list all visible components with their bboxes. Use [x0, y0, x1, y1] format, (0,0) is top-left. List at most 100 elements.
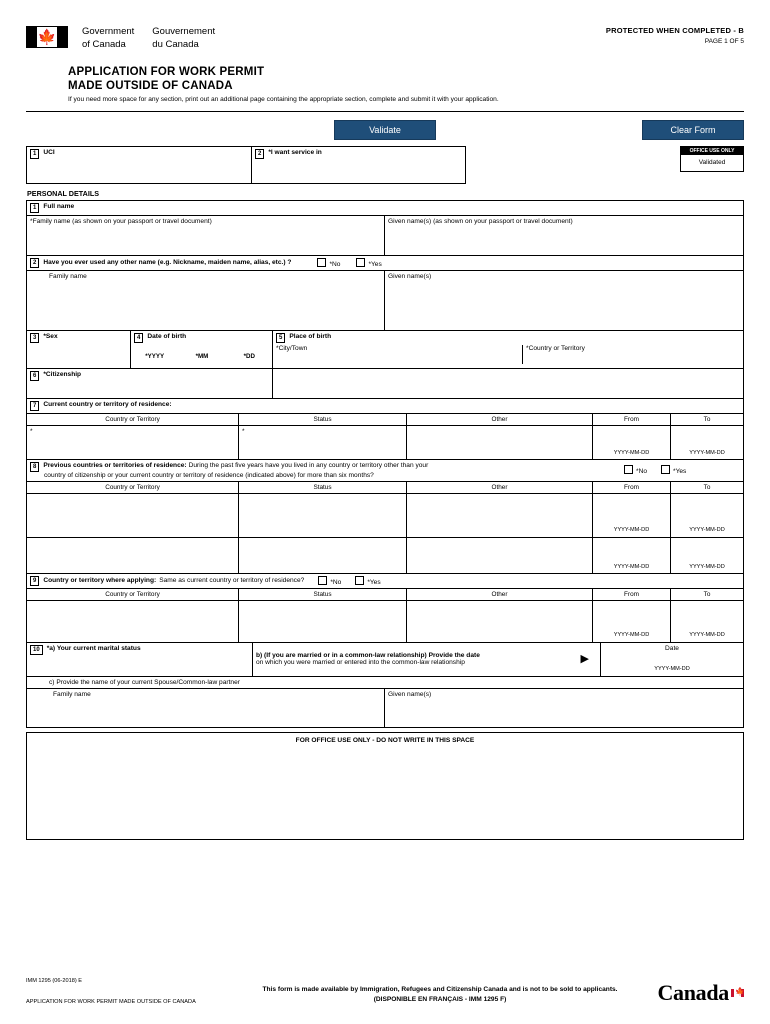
q8-column-headers: Country or Territory Status Other From T… [27, 481, 743, 494]
footer-form-code: IMM 1295 (06-2018) E [26, 978, 82, 985]
q8-col-status: Status [239, 481, 407, 493]
q2-family-input[interactable] [27, 282, 384, 326]
page-header: 🍁 Government of Canada Gouvernement du C… [0, 0, 770, 52]
q9-no-checkbox[interactable] [318, 575, 328, 585]
q10c-given-input[interactable] [385, 700, 743, 722]
q4-yyyy-label: *YYYY [145, 352, 165, 360]
q2-yes-checkbox[interactable] [356, 257, 366, 267]
q9-col-from: From [593, 588, 671, 600]
q10c-family-input[interactable] [27, 700, 384, 722]
q8-col-to: To [703, 483, 711, 491]
q2-family-label: Family name [49, 272, 87, 280]
q8-status-input-1[interactable] [239, 493, 407, 537]
clear-form-button[interactable]: Clear Form [642, 119, 744, 140]
q9-status-input[interactable] [239, 600, 407, 642]
q9-to-input[interactable] [671, 601, 743, 632]
q7-col-from: From [593, 413, 671, 425]
q8-country-input-2[interactable] [27, 537, 239, 573]
q9-col-other: Other [407, 588, 593, 600]
q8-data-row-2: YYYY-MM-DD YYYY-MM-DD [27, 537, 743, 574]
q1-header: 1 Full name [27, 201, 743, 216]
q10-row-ab: 10 *a) Your current marital status b) (If… [27, 642, 743, 677]
q7-col-to: To [703, 415, 711, 423]
q8-number: 8 [30, 461, 40, 472]
q8-from-input-1[interactable] [593, 494, 670, 527]
q7-data-row: * * YYYY-MM-DD YYYY-MM-DD [27, 425, 743, 460]
q7-col-status: Status [239, 413, 407, 425]
q4-number: 4 [134, 332, 144, 343]
footer-notice-1: This form is made available by Immigrati… [262, 985, 618, 993]
q2-number: 2 [30, 257, 40, 268]
q8-country-input-1[interactable] [27, 493, 239, 537]
q7-country-input[interactable] [27, 437, 238, 457]
q9-other-input[interactable] [407, 600, 593, 642]
q9-header: 9 Country or territory where applying: S… [27, 574, 743, 589]
title-note: If you need more space for any section, … [68, 95, 499, 103]
q8-to-input-2[interactable] [671, 538, 743, 564]
q10-date-label: Date [665, 644, 679, 652]
q1-row: *Family name (as shown on your passport … [27, 215, 743, 256]
q7-status-star: * [242, 427, 245, 435]
q2-given-input[interactable] [385, 282, 743, 326]
q7-other-input[interactable] [407, 426, 592, 460]
uci-input[interactable] [27, 161, 251, 183]
q2-given-label: Given name(s) [388, 272, 432, 280]
wordmark-fr-line1: Gouvernement [152, 26, 216, 37]
q7-to-input[interactable] [671, 426, 743, 450]
q8-no-checkbox[interactable] [624, 465, 633, 475]
q8-col-country: Country or Territory [27, 481, 239, 493]
q7-status-input[interactable] [239, 437, 406, 457]
q7-title: Current country or territory of residenc… [43, 400, 172, 408]
q9-data-row: YYYY-MM-DD YYYY-MM-DD [27, 600, 743, 643]
wordmark-fr-line2: du Canada [152, 38, 199, 50]
q6-citizenship-select[interactable] [27, 383, 272, 397]
office-use-caption: FOR OFFICE USE ONLY - DO NOT WRITE IN TH… [295, 736, 475, 744]
q1-given-label: Given name(s) (as shown on your passport… [388, 217, 573, 225]
uci-label: UCI [43, 148, 55, 156]
q8-status-input-2[interactable] [239, 537, 407, 573]
service-select[interactable] [252, 161, 465, 183]
wordmark-en-line1: Government [82, 26, 135, 37]
q8-other-input-1[interactable] [407, 493, 593, 537]
q10-date-input[interactable] [601, 652, 743, 666]
office-use-only-box: OFFICE USE ONLY Validated [680, 145, 744, 172]
q9-col-country: Country or Territory [27, 588, 239, 600]
q8-data-row-1: YYYY-MM-DD YYYY-MM-DD [27, 493, 743, 538]
q10-marital-status-select[interactable] [27, 657, 252, 675]
q8-col-other: Other [407, 481, 593, 493]
q2-no-checkbox[interactable] [317, 257, 327, 267]
q2-title: Have you ever used any other name (e.g. … [43, 259, 292, 267]
protected-label: PROTECTED WHEN COMPLETED - B [605, 26, 744, 35]
q9-yes-checkbox[interactable] [355, 575, 365, 585]
canada-flag-icon: 🍁 [26, 26, 68, 48]
q8-other-input-2[interactable] [407, 537, 593, 573]
q9-col-status: Status [239, 588, 407, 600]
service-number: 2 [254, 148, 265, 159]
q1-given-input[interactable] [385, 227, 743, 251]
q3-sex-select[interactable] [27, 345, 130, 367]
q9-from-input[interactable] [593, 601, 670, 632]
q10b-label-2: on which you were married or entered int… [256, 659, 465, 667]
q9-yes-label: *Yes [367, 578, 381, 586]
footer-form-title: APPLICATION FOR WORK PERMIT MADE OUTSIDE… [26, 998, 196, 1005]
canada-wordmark: Canada 🍁 [657, 980, 745, 1005]
q4-mm-label: *MM [195, 352, 209, 360]
q5-country-select[interactable] [526, 352, 740, 364]
uci-number: 1 [30, 148, 40, 159]
title-block: APPLICATION FOR WORK PERMIT MADE OUTSIDE… [0, 52, 770, 103]
q1-family-input[interactable] [27, 227, 384, 251]
canada-flag-small-icon: 🍁 [731, 988, 745, 997]
q5-city-input[interactable] [276, 352, 519, 364]
q9-title: Country or territory where applying: [43, 577, 157, 585]
q8-yes-checkbox[interactable] [661, 465, 670, 475]
validate-button[interactable]: Validate [334, 119, 436, 140]
q8-from-input-2[interactable] [593, 538, 670, 564]
office-use-space: FOR OFFICE USE ONLY - DO NOT WRITE IN TH… [26, 731, 744, 840]
q8-to-input-1[interactable] [671, 494, 743, 527]
q7-from-input[interactable] [593, 426, 670, 450]
q1-number: 1 [30, 202, 40, 213]
q9-country-input[interactable] [27, 600, 239, 642]
q8-no-label: *No [636, 468, 647, 476]
q9-number: 9 [30, 575, 40, 586]
page-number: PAGE 1 OF 5 [704, 38, 744, 45]
